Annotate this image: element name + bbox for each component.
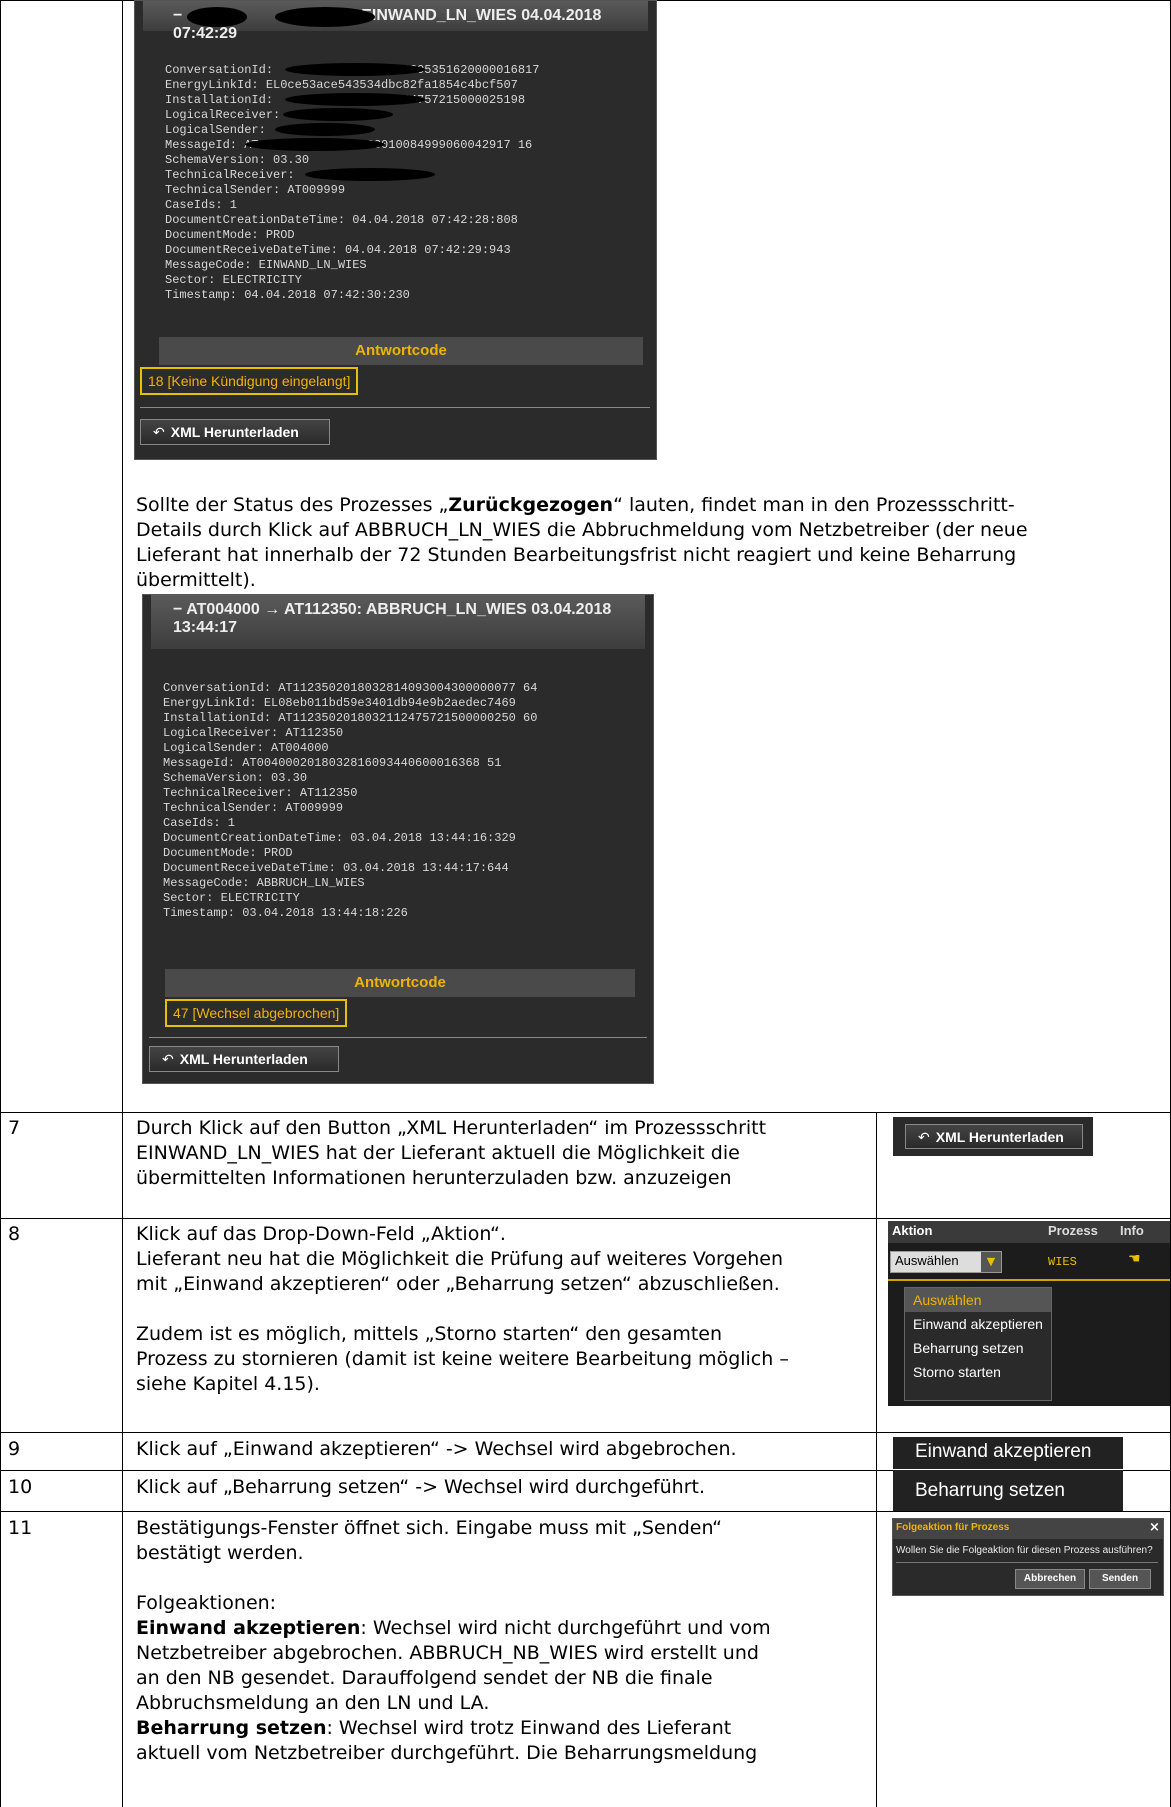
menu-item-beharrung-setzen[interactable]: Beharrung setzen bbox=[905, 1336, 1051, 1360]
column-header-info: Info bbox=[1120, 1223, 1144, 1238]
xml-download-button[interactable]: ↶ XML Herunterladen bbox=[149, 1046, 339, 1072]
table-border-col2 bbox=[876, 1112, 877, 1807]
row-7-text: Durch Klick auf den Button „XML Herunter… bbox=[136, 1117, 767, 1189]
aktion-select[interactable]: Auswählen ▼ bbox=[890, 1251, 1002, 1273]
detail-line: EnergyLinkId: EL08eb011bd59e3401db94e9b2… bbox=[163, 696, 516, 710]
menu-item-storno-starten[interactable]: Storno starten bbox=[905, 1360, 1051, 1384]
process-label: WIES bbox=[1048, 1255, 1077, 1269]
detail-line: MessageId: AT004000201803281609344060001… bbox=[163, 756, 502, 770]
einwand-detail-panel: − EINWAND_LN_WIES 04.04.2018 07:42:29 Co… bbox=[134, 0, 657, 460]
abbruch-detail-panel: − AT004000 → AT112350: ABBRUCH_LN_WIES 0… bbox=[142, 594, 654, 1084]
detail-line: LogicalSender: AT004000 bbox=[163, 741, 329, 755]
row-divider-8 bbox=[0, 1218, 1171, 1219]
menu-item-einwand-akzeptieren[interactable]: Einwand akzeptieren bbox=[905, 1312, 1051, 1336]
detail-line: Timestamp: 04.04.2018 07:42:30:230 bbox=[165, 288, 410, 302]
detail-line: DocumentMode: PROD bbox=[165, 228, 295, 242]
column-header-aktion: Aktion bbox=[892, 1223, 933, 1238]
row-9-text: Klick auf „Einwand akzeptieren“ -> Wechs… bbox=[136, 1438, 737, 1460]
detail-line: DocumentCreationDateTime: 03.04.2018 13:… bbox=[163, 831, 516, 845]
status-paragraph: Sollte der Status des Prozesses „Zurückg… bbox=[136, 494, 1028, 591]
panel-divider bbox=[140, 407, 650, 408]
row-divider-7 bbox=[0, 1112, 1171, 1113]
row-number: 10 bbox=[8, 1476, 33, 1498]
detail-line: ConversationId: AT1123502018032814093004… bbox=[163, 681, 538, 695]
detail-line: MessageCode: ABBRUCH_LN_WIES bbox=[163, 876, 365, 890]
antwortcode-value: 18 [Keine Kündigung eingelangt] bbox=[140, 367, 359, 395]
detail-line: SchemaVersion: 03.30 bbox=[165, 153, 310, 167]
dialog-title: Folgeaktion für Prozess bbox=[896, 1522, 1010, 1533]
column-header-prozess: Prozess bbox=[1048, 1223, 1098, 1238]
collapse-icon[interactable]: − bbox=[173, 7, 182, 24]
table-border-col1 bbox=[122, 0, 123, 1807]
detail-line: LogicalReceiver: AT112350 bbox=[163, 726, 344, 740]
detail-line: Sector: ELECTRICITY bbox=[165, 273, 302, 287]
xml-download-button[interactable]: ↶ XML Herunterladen bbox=[905, 1124, 1083, 1149]
download-icon: ↶ bbox=[918, 1129, 930, 1145]
row-8-text: Klick auf das Drop-Down-Feld „Aktion“. L… bbox=[136, 1223, 789, 1395]
row-number: 11 bbox=[8, 1517, 33, 1539]
redaction-mark bbox=[305, 168, 435, 181]
redaction-mark bbox=[275, 123, 375, 136]
table-border-left bbox=[0, 0, 1, 1807]
detail-line: CaseIds: 1 bbox=[163, 816, 236, 830]
menu-item-auswaehlen[interactable]: Auswählen bbox=[905, 1288, 1051, 1312]
row-divider-9 bbox=[0, 1432, 1171, 1433]
antwortcode-header: Antwortcode bbox=[165, 969, 635, 997]
detail-line: TechnicalSender: AT009999 bbox=[163, 801, 344, 815]
hand-pointer-icon[interactable]: ☚ bbox=[1128, 1251, 1141, 1267]
close-icon[interactable]: × bbox=[1149, 1520, 1160, 1535]
detail-line: CaseIds: 1 bbox=[165, 198, 238, 212]
redaction-mark bbox=[285, 93, 425, 106]
redaction-mark bbox=[245, 138, 385, 151]
cancel-button[interactable]: Abbrechen bbox=[1015, 1569, 1085, 1589]
dialog-message: Wollen Sie die Folgeaktion für diesen Pr… bbox=[896, 1545, 1153, 1556]
detail-line: EnergyLinkId: EL0ce53ace543534dbc82fa185… bbox=[165, 78, 518, 92]
row-11-text: Bestätigungs-Fenster öffnet sich. Eingab… bbox=[136, 1517, 771, 1764]
redaction-mark bbox=[285, 63, 425, 76]
row-number: 8 bbox=[8, 1223, 21, 1245]
antwortcode-value: 47 [Wechsel abgebrochen] bbox=[165, 999, 348, 1027]
confirm-dialog-screenshot: Folgeaktion für Prozess × Wollen Sie die… bbox=[892, 1518, 1164, 1596]
redaction-mark bbox=[283, 108, 393, 121]
panel-divider bbox=[149, 1037, 647, 1038]
aktion-dropdown-screenshot: Aktion Prozess Info Auswählen ▼ WIES ☚ A… bbox=[888, 1221, 1170, 1406]
detail-line: DocumentCreationDateTime: 04.04.2018 07:… bbox=[165, 213, 518, 227]
row-divider-11 bbox=[0, 1511, 1171, 1512]
xml-button-screenshot: ↶ XML Herunterladen bbox=[893, 1117, 1093, 1156]
panel-title: − AT004000 → AT112350: ABBRUCH_LN_WIES 0… bbox=[151, 595, 645, 649]
detail-line: TechnicalSender: AT009999 bbox=[165, 183, 346, 197]
send-button[interactable]: Senden bbox=[1089, 1569, 1151, 1589]
redaction-mark bbox=[187, 7, 247, 27]
beharrung-option-screenshot[interactable]: Beharrung setzen bbox=[893, 1470, 1123, 1511]
message-details: ConversationId: AT1123502018032814093004… bbox=[163, 681, 537, 921]
download-icon: ↶ bbox=[153, 424, 165, 440]
detail-line: DocumentReceiveDateTime: 04.04.2018 07:4… bbox=[165, 243, 511, 257]
aktion-menu: Auswählen Einwand akzeptieren Beharrung … bbox=[904, 1287, 1052, 1401]
einwand-option-screenshot[interactable]: Einwand akzeptieren bbox=[893, 1437, 1123, 1469]
detail-line: Timestamp: 03.04.2018 13:44:18:226 bbox=[163, 906, 408, 920]
detail-line: SchemaVersion: 03.30 bbox=[163, 771, 308, 785]
download-icon: ↶ bbox=[162, 1051, 174, 1067]
row-number: 7 bbox=[8, 1117, 21, 1139]
detail-line: DocumentMode: PROD bbox=[163, 846, 293, 860]
chevron-down-icon: ▼ bbox=[981, 1252, 1001, 1272]
detail-line: TechnicalReceiver: AT112350 bbox=[163, 786, 358, 800]
row-10-text: Klick auf „Beharrung setzen“ -> Wechsel … bbox=[136, 1476, 705, 1498]
detail-line: DocumentReceiveDateTime: 03.04.2018 13:4… bbox=[163, 861, 509, 875]
row-number: 9 bbox=[8, 1438, 21, 1460]
detail-line: Sector: ELECTRICITY bbox=[163, 891, 300, 905]
antwortcode-header: Antwortcode bbox=[159, 337, 643, 365]
detail-line: MessageCode: EINWAND_LN_WIES bbox=[165, 258, 367, 272]
redaction-mark bbox=[275, 7, 375, 27]
xml-download-button[interactable]: ↶ XML Herunterladen bbox=[140, 419, 330, 445]
detail-line: InstallationId: AT1123502018032112475721… bbox=[163, 711, 538, 725]
